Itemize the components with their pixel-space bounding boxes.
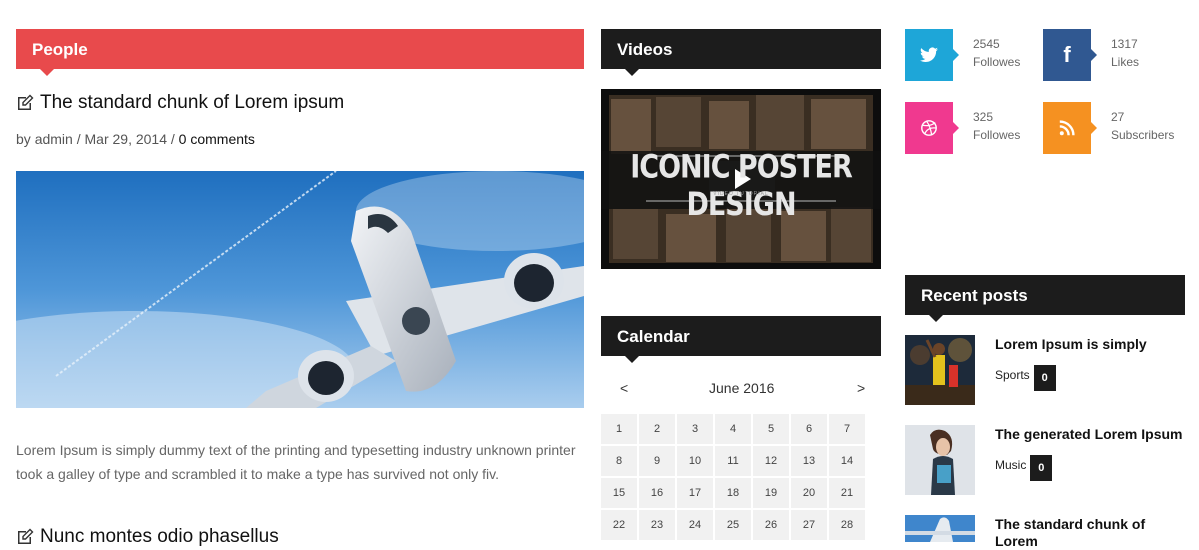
calendar-section-header: Calendar: [601, 316, 881, 363]
meta-author[interactable]: admin: [35, 131, 73, 147]
calendar-day[interactable]: 9: [639, 446, 675, 476]
edit-icon: [16, 528, 34, 546]
calendar-day[interactable]: 5: [753, 414, 789, 444]
calendar-next-button[interactable]: >: [857, 380, 865, 396]
post-title[interactable]: Nunc montes odio phasellus: [16, 526, 279, 548]
recent-post-thumbnail[interactable]: [905, 515, 975, 542]
calendar-grid: 1 2 3 4 5 6 7 8 9 10 11 12 13 14 15 16 17 18 19 20 21 22 23 24 2…: [601, 414, 865, 540]
calendar-day[interactable]: 28: [829, 510, 865, 540]
calendar-day[interactable]: 4: [715, 414, 751, 444]
social-stat: 325 Followes: [973, 102, 1020, 154]
calendar-day[interactable]: 16: [639, 478, 675, 508]
comment-count-badge: 0: [1030, 455, 1053, 481]
video-player[interactable]: ICONIC POSTER DESIGN VIDEO TUTORIAL: [601, 89, 881, 269]
calendar-prev-button[interactable]: <: [620, 380, 628, 396]
excerpt-line: Lorem Ipsum is simply dummy text of the …: [16, 442, 576, 458]
calendar-day[interactable]: 25: [715, 510, 751, 540]
social-twitter[interactable]: 2545 Followes: [905, 29, 1020, 81]
calendar-day[interactable]: 15: [601, 478, 637, 508]
calendar-day[interactable]: 26: [753, 510, 789, 540]
social-label: Followes: [973, 128, 1021, 142]
calendar-day[interactable]: 17: [677, 478, 713, 508]
post-title-text[interactable]: The standard chunk of Lorem ipsum: [40, 92, 344, 114]
recent-post-thumbnail[interactable]: [905, 335, 975, 405]
social-count: 27: [1111, 110, 1125, 124]
meta-comments-link[interactable]: 0 comments: [179, 131, 255, 147]
social-dribbble[interactable]: 325 Followes: [905, 102, 1020, 154]
social-stat: 27 Subscribers: [1111, 102, 1174, 154]
edit-icon: [16, 94, 34, 112]
rss-icon[interactable]: [1043, 102, 1097, 154]
excerpt-line: took a galley of type and scrambled it t…: [16, 466, 499, 482]
recent-post-title[interactable]: Lorem Ipsum is simply: [995, 336, 1147, 352]
calendar-day[interactable]: 3: [677, 414, 713, 444]
videos-header-label: Videos: [617, 40, 673, 59]
meta-sep: /: [76, 131, 81, 147]
recent-post-category: Sports 0: [995, 359, 1056, 391]
category-label[interactable]: Sports: [995, 368, 1030, 382]
social-count: 1317: [1111, 37, 1138, 51]
calendar-day[interactable]: 21: [829, 478, 865, 508]
calendar-day[interactable]: 1: [601, 414, 637, 444]
meta-date[interactable]: Mar 29, 2014: [85, 131, 168, 147]
calendar-day[interactable]: 7: [829, 414, 865, 444]
facebook-icon[interactable]: f: [1043, 29, 1097, 81]
recent-posts-section-header: Recent posts: [905, 275, 1185, 322]
post-title-text[interactable]: Nunc montes odio phasellus: [40, 526, 279, 548]
videos-section-header: Videos: [601, 29, 881, 76]
social-facebook[interactable]: f 1317 Likes: [1043, 29, 1139, 81]
post-meta: by admin / Mar 29, 2014 / 0 comments: [16, 131, 255, 147]
recent-post-title[interactable]: The standard chunk of Lorem: [995, 516, 1145, 550]
calendar-day[interactable]: 19: [753, 478, 789, 508]
twitter-icon[interactable]: [905, 29, 959, 81]
calendar-header-label: Calendar: [617, 327, 690, 346]
post-excerpt: Lorem Ipsum is simply dummy text of the …: [16, 438, 591, 486]
calendar-day[interactable]: 24: [677, 510, 713, 540]
calendar-day[interactable]: 20: [791, 478, 827, 508]
calendar-day[interactable]: 18: [715, 478, 751, 508]
calendar-day[interactable]: 11: [715, 446, 751, 476]
video-subtitle: VIDEO TUTORIAL: [713, 191, 769, 197]
social-count: 2545: [973, 37, 1000, 51]
calendar-day[interactable]: 23: [639, 510, 675, 540]
social-stat: 2545 Followes: [973, 29, 1020, 81]
recent-post-thumbnail[interactable]: [905, 425, 975, 495]
social-rss[interactable]: 27 Subscribers: [1043, 102, 1174, 154]
post-featured-image[interactable]: [16, 171, 584, 408]
recent-post-title-line[interactable]: The standard chunk of: [995, 516, 1145, 533]
calendar-day[interactable]: 12: [753, 446, 789, 476]
recent-post-title[interactable]: The generated Lorem Ipsum: [995, 426, 1182, 442]
comment-count-badge: 0: [1033, 365, 1056, 391]
dribbble-icon[interactable]: [905, 102, 959, 154]
calendar-month-label: June 2016: [709, 380, 775, 396]
calendar-day[interactable]: 10: [677, 446, 713, 476]
calendar-day[interactable]: 13: [791, 446, 827, 476]
social-count: 325: [973, 110, 994, 124]
post-title[interactable]: The standard chunk of Lorem ipsum: [16, 92, 344, 114]
meta-by: by: [16, 131, 31, 147]
calendar-day[interactable]: 27: [791, 510, 827, 540]
social-label: Followes: [973, 55, 1021, 69]
meta-sep: /: [170, 131, 175, 147]
calendar-day[interactable]: 22: [601, 510, 637, 540]
video-title: ICONIC POSTER DESIGN: [630, 148, 853, 224]
social-stat: 1317 Likes: [1111, 29, 1139, 81]
social-label: Subscribers: [1111, 128, 1175, 142]
social-label: Likes: [1111, 55, 1140, 69]
calendar-day[interactable]: 2: [639, 414, 675, 444]
category-label[interactable]: Music: [995, 458, 1026, 472]
recent-posts-header-label: Recent posts: [921, 286, 1028, 305]
people-header-label: People: [32, 40, 88, 59]
people-section-header: People: [16, 29, 584, 76]
calendar-day[interactable]: 6: [791, 414, 827, 444]
calendar-day[interactable]: 8: [601, 446, 637, 476]
recent-post-category: Music 0: [995, 449, 1053, 481]
calendar-day[interactable]: 14: [829, 446, 865, 476]
